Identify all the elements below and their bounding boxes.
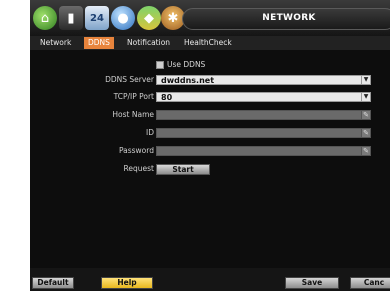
use-ddns-label: Use DDNS	[167, 60, 206, 69]
id-label: ID	[146, 128, 154, 137]
tab-ddns[interactable]: DDNS	[84, 37, 114, 49]
tab-network[interactable]: Network	[36, 37, 75, 49]
ddns-server-label: DDNS Server	[105, 75, 154, 84]
ddns-server-value: dwddns.net	[161, 76, 215, 85]
id-field[interactable]: ✎	[156, 128, 371, 138]
request-label: Request	[123, 164, 154, 173]
use-ddns-checkbox[interactable]	[156, 61, 164, 69]
host-name-label: Host Name	[112, 110, 154, 119]
calendar-icon[interactable]: 24	[85, 6, 109, 30]
camera-icon[interactable]: ◆	[137, 6, 161, 30]
default-button[interactable]: Default	[32, 277, 74, 289]
tab-notification[interactable]: Notification	[123, 37, 174, 49]
edit-icon[interactable]: ✎	[361, 128, 371, 138]
calendar-day: 24	[90, 12, 104, 24]
host-name-field[interactable]: ✎	[156, 110, 371, 120]
chevron-down-icon[interactable]: ▼	[361, 75, 371, 85]
tcp-port-select[interactable]: 80 ▼	[156, 92, 371, 102]
tab-healthcheck[interactable]: HealthCheck	[180, 37, 236, 49]
tcp-port-value: 80	[161, 93, 173, 102]
network-icon[interactable]: ⌂	[33, 6, 57, 30]
save-button[interactable]: Save	[285, 277, 339, 289]
help-button[interactable]: Help	[101, 277, 153, 289]
footer-bar: Default Help Save Canc	[30, 268, 390, 291]
tab-bar: Network DDNS Notification HealthCheck	[30, 36, 390, 50]
display-icon[interactable]: ●	[111, 6, 135, 30]
start-button[interactable]: Start	[156, 164, 210, 175]
page-title: NETWORK	[262, 13, 316, 23]
password-label: Password	[118, 146, 154, 155]
network-settings-window: ⌂ ▮ 24 ● ◆ ✱ NETWORK Network DDNS Notifi…	[30, 0, 390, 291]
title-pill: NETWORK	[182, 8, 390, 30]
ddns-server-select[interactable]: dwddns.net ▼	[156, 75, 371, 85]
password-field[interactable]: ✎	[156, 146, 371, 156]
edit-icon[interactable]: ✎	[361, 110, 371, 120]
record-icon[interactable]: ▮	[59, 6, 83, 30]
title-bar: ⌂ ▮ 24 ● ◆ ✱ NETWORK	[30, 0, 390, 36]
cancel-button[interactable]: Canc	[350, 277, 390, 289]
chevron-down-icon[interactable]: ▼	[361, 92, 371, 102]
edit-icon[interactable]: ✎	[361, 146, 371, 156]
tcp-port-label: TCP/IP Port	[113, 92, 154, 101]
